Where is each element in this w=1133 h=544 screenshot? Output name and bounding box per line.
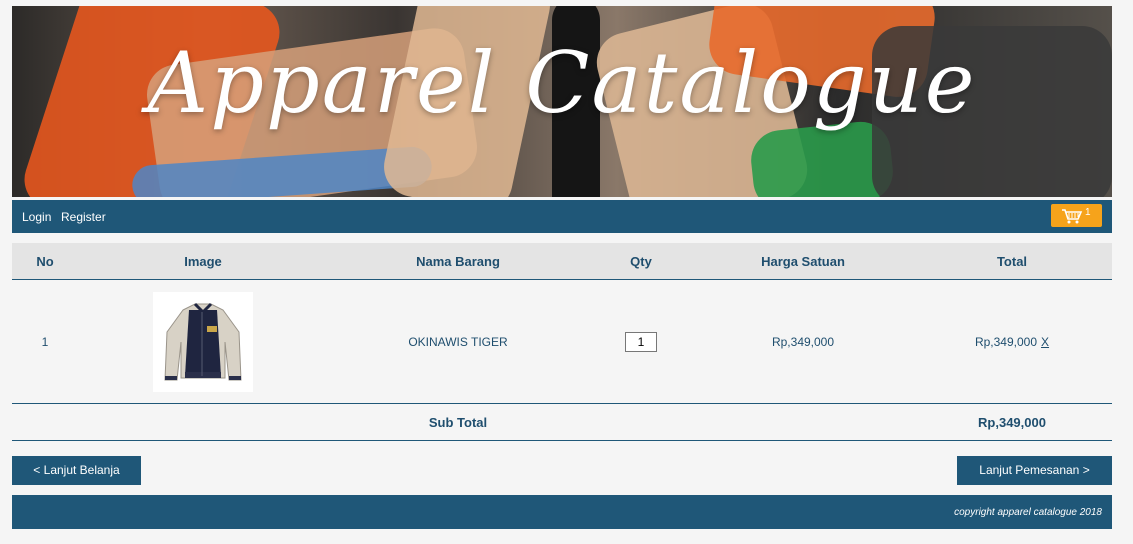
qty-cell: [588, 279, 694, 404]
subtotal-row: Sub Total Rp,349,000: [12, 403, 1112, 441]
shopping-cart-icon: [1062, 209, 1083, 224]
cart-button[interactable]: 1: [1051, 204, 1102, 227]
jacket-image: [164, 302, 242, 380]
site-title: Apparel Catalogue: [147, 34, 977, 132]
column-header-total: Total: [912, 243, 1112, 280]
table-row: 1 OKINAWIS TIGER 1 Rp,349,000 Rp,349,000…: [12, 279, 1112, 404]
cart-table: No Image Nama Barang Qty Harga Satuan To…: [12, 243, 1112, 441]
login-link[interactable]: Login: [22, 210, 51, 224]
column-header-no: No: [12, 243, 78, 280]
product-image-cell: [78, 279, 328, 404]
continue-shopping-button[interactable]: < Lanjut Belanja: [12, 456, 141, 485]
product-name: OKINAWIS TIGER: [328, 279, 588, 404]
row-number: 1: [12, 279, 78, 404]
register-link[interactable]: Register: [61, 210, 106, 224]
total-cell: Rp,349,000 X: [912, 279, 1112, 404]
column-header-image: Image: [78, 243, 328, 280]
unit-price: Rp,349,000: [694, 279, 912, 404]
top-nav: Login Register 1: [12, 200, 1112, 233]
header-banner: Apparel Catalogue: [12, 6, 1112, 197]
column-header-unit-price: Harga Satuan: [694, 243, 912, 280]
row-total: Rp,349,000: [974, 334, 1038, 349]
table-header-row: No Image Nama Barang Qty Harga Satuan To…: [12, 243, 1112, 280]
proceed-order-button[interactable]: Lanjut Pemesanan >: [957, 456, 1112, 485]
product-image: [153, 291, 253, 392]
quantity-input[interactable]: [625, 331, 657, 352]
copyright-text: copyright apparel catalogue 2018: [954, 507, 1102, 518]
subtotal-label: Sub Total: [328, 403, 588, 441]
column-header-name: Nama Barang: [328, 243, 588, 280]
action-buttons: < Lanjut Belanja Lanjut Pemesanan >: [12, 456, 1112, 485]
cart-count-badge: 1: [1085, 207, 1091, 218]
remove-item-link[interactable]: X: [1041, 335, 1049, 349]
footer: copyright apparel catalogue 2018: [12, 495, 1112, 529]
column-header-qty: Qty: [588, 243, 694, 280]
page-container: Apparel Catalogue Login Register 1 No Im…: [12, 6, 1112, 529]
subtotal-value: Rp,349,000: [912, 403, 1112, 441]
